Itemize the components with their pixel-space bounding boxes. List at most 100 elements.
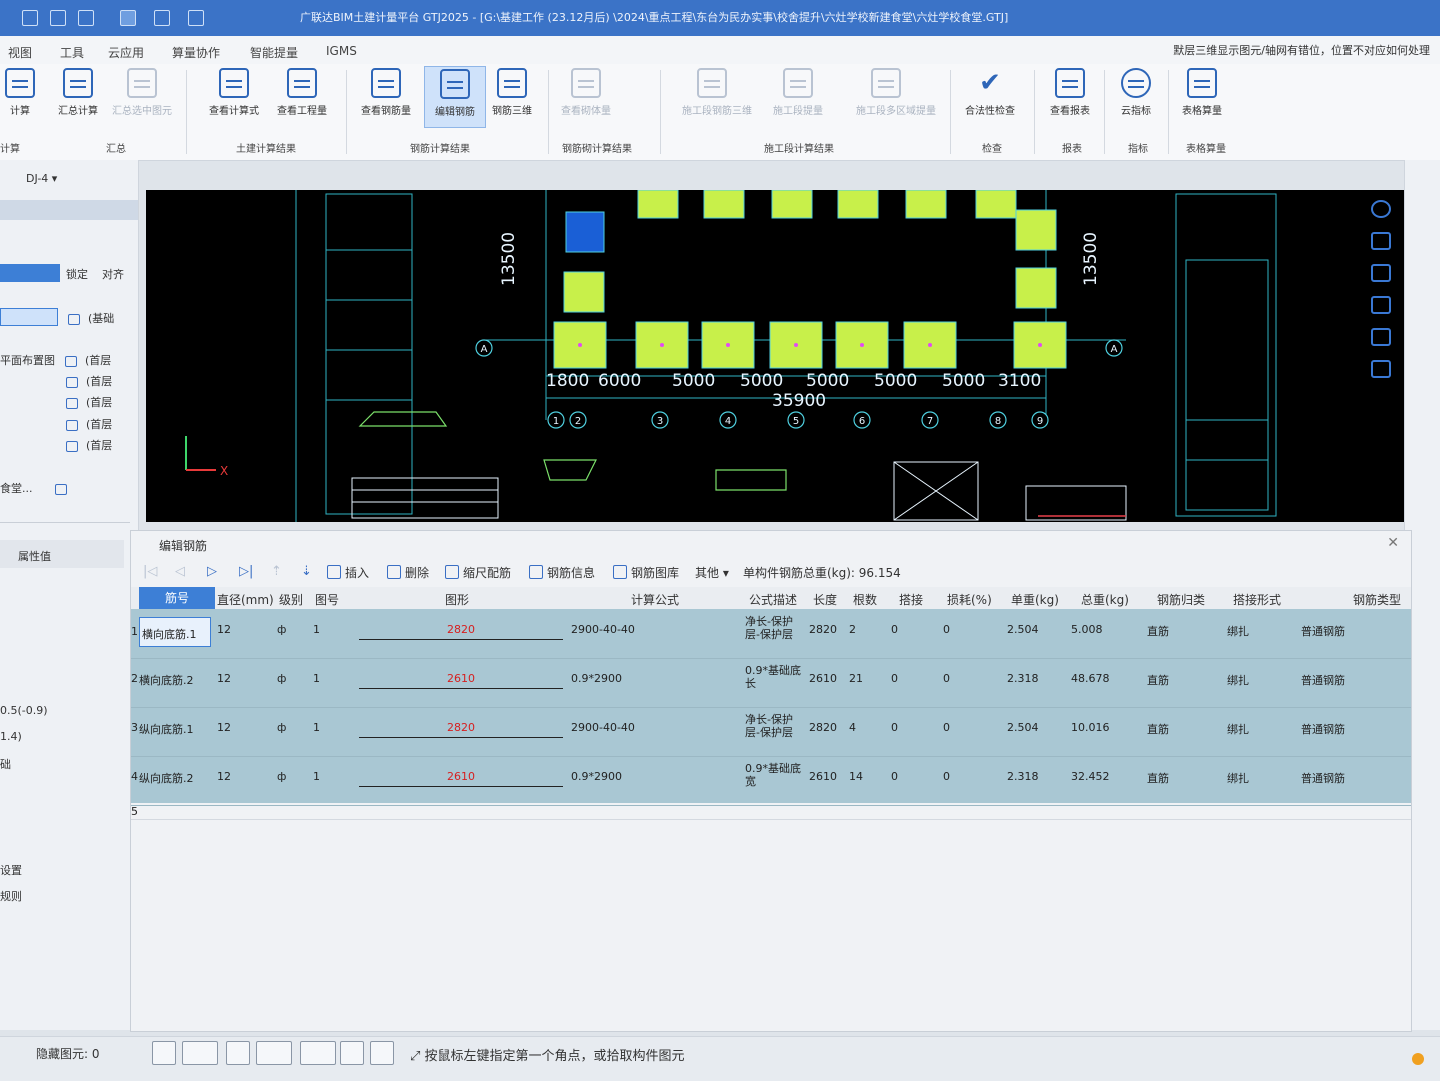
- rect-select-icon[interactable]: [182, 1041, 218, 1065]
- col-header[interactable]: 搭接: [899, 591, 923, 608]
- count-cell[interactable]: 14: [849, 770, 863, 783]
- segment-rebar-3d-button[interactable]: 施工段钢筋三维: [682, 66, 752, 126]
- property-value[interactable]: 1.4): [0, 730, 22, 743]
- bar-name-cell[interactable]: 纵向底筋.2: [139, 770, 194, 786]
- help-hint[interactable]: 默层三维显示图元/轴网有错位，位置不对应如何处理: [1173, 42, 1430, 58]
- menu-igms[interactable]: IGMS: [326, 44, 357, 58]
- figure-cell[interactable]: 1: [313, 672, 320, 685]
- shape-value[interactable]: 2610: [359, 770, 563, 783]
- table-row[interactable]: 1 横向底筋.1 12 ф 1 2820 2900-40-40 净长-保护层-保…: [131, 609, 1411, 659]
- lap-cell[interactable]: 0: [891, 623, 898, 636]
- grade-cell[interactable]: ф: [277, 672, 286, 685]
- length-cell[interactable]: 2820: [809, 721, 837, 734]
- segment-multi-button[interactable]: 施工段多区域提量: [856, 66, 936, 126]
- legality-check-button[interactable]: ✔ 合法性检查: [960, 66, 1020, 126]
- settings-item[interactable]: 设置: [0, 862, 22, 878]
- align-button[interactable]: 对齐: [102, 266, 124, 282]
- col-header[interactable]: 钢筋类型: [1353, 591, 1401, 608]
- rebar-info-button[interactable]: 钢筋信息: [529, 564, 595, 581]
- formula-cell[interactable]: 2900-40-40: [571, 623, 635, 636]
- cad-viewport[interactable]: 1800 6000 5000 5000 5000 5000 5000 3100 …: [146, 190, 1404, 522]
- view-quantity-button[interactable]: 查看工程量: [272, 66, 332, 126]
- rebar-type-cell[interactable]: 普通钢筋: [1301, 770, 1345, 786]
- view-masonry-button[interactable]: 查看砌体量: [556, 66, 616, 126]
- rebar-type-cell[interactable]: 普通钢筋: [1301, 623, 1345, 639]
- base-layer-row[interactable]: (基础: [68, 310, 114, 326]
- empty-row[interactable]: 5: [131, 803, 1411, 820]
- formula-cell[interactable]: 0.9*2900: [571, 770, 622, 783]
- cloud-index-button[interactable]: 云指标: [1106, 66, 1166, 126]
- col-header[interactable]: 总重(kg): [1081, 591, 1129, 608]
- view-report-button[interactable]: 查看报表: [1040, 66, 1100, 126]
- layer-row[interactable]: (首层: [66, 437, 112, 453]
- lap-type-cell[interactable]: 绑扎: [1227, 770, 1249, 786]
- cube-icon[interactable]: [1371, 296, 1391, 314]
- settings-icon[interactable]: [188, 10, 204, 26]
- rebar-type-cell[interactable]: 普通钢筋: [1301, 672, 1345, 688]
- length-cell[interactable]: 2820: [809, 623, 837, 636]
- count-cell[interactable]: 21: [849, 672, 863, 685]
- view-icon[interactable]: [120, 10, 136, 26]
- move-down-icon[interactable]: ⇣: [301, 564, 312, 579]
- shape-value[interactable]: 2610: [359, 672, 563, 685]
- arc-icon[interactable]: [370, 1041, 394, 1065]
- floor-selector[interactable]: DJ-4 ▾: [26, 172, 57, 185]
- snap-icon[interactable]: [300, 1041, 336, 1065]
- category-cell[interactable]: 直筋: [1147, 721, 1169, 737]
- edit-rebar-button[interactable]: 编辑钢筋: [424, 66, 486, 128]
- count-cell[interactable]: 4: [849, 721, 856, 734]
- col-header[interactable]: 单重(kg): [1011, 591, 1059, 608]
- notification-icon[interactable]: [1412, 1053, 1424, 1065]
- category-cell[interactable]: 直筋: [1147, 672, 1169, 688]
- first-icon[interactable]: |◁: [143, 564, 157, 579]
- table-row[interactable]: 2 横向底筋.2 12 ф 1 2610 0.9*2900 0.9*基础底长 2…: [131, 658, 1411, 708]
- desc-cell[interactable]: 净长-保护层-保护层: [745, 615, 805, 641]
- table-calc-button[interactable]: 表格算量: [1172, 66, 1232, 126]
- total-weight-cell[interactable]: 10.016: [1071, 721, 1110, 734]
- desc-cell[interactable]: 0.9*基础底宽: [745, 762, 805, 788]
- menu-collab[interactable]: 算量协作: [172, 44, 220, 61]
- table-row[interactable]: 4 纵向底筋.2 12 ф 1 2610 0.9*2900 0.9*基础底宽 2…: [131, 756, 1411, 806]
- grade-cell[interactable]: ф: [277, 770, 286, 783]
- redo-icon[interactable]: [78, 10, 94, 26]
- property-value[interactable]: 础: [0, 756, 11, 772]
- summary-calc-button[interactable]: 汇总计算: [48, 66, 108, 126]
- table-row[interactable]: 3 纵向底筋.1 12 ф 1 2820 2900-40-40 净长-保护层-保…: [131, 707, 1411, 757]
- grade-cell[interactable]: ф: [277, 623, 286, 636]
- grid-icon[interactable]: [154, 10, 170, 26]
- length-cell[interactable]: 2610: [809, 672, 837, 685]
- prev-icon[interactable]: ◁: [175, 564, 185, 579]
- total-weight-cell[interactable]: 32.452: [1071, 770, 1110, 783]
- col-header[interactable]: 损耗(%): [947, 591, 992, 608]
- last-icon[interactable]: ▷|: [239, 564, 253, 579]
- other-menu[interactable]: 其他 ▾: [695, 564, 729, 581]
- desc-cell[interactable]: 0.9*基础底长: [745, 664, 805, 690]
- count-cell[interactable]: 2: [849, 623, 856, 636]
- diameter-cell[interactable]: 12: [217, 623, 231, 636]
- menu-cloud[interactable]: 云应用: [108, 44, 144, 61]
- bar-name-cell[interactable]: 横向底筋.1: [139, 617, 211, 647]
- ribbon-calc-button[interactable]: 计算: [0, 66, 50, 126]
- layer-row[interactable]: (首层: [66, 373, 112, 389]
- diameter-cell[interactable]: 12: [217, 770, 231, 783]
- desc-cell[interactable]: 净长-保护层-保护层: [745, 713, 805, 739]
- bar-name-cell[interactable]: 横向底筋.2: [139, 672, 194, 688]
- figure-cell[interactable]: 1: [313, 623, 320, 636]
- rules-item[interactable]: 规则: [0, 888, 22, 904]
- col-header[interactable]: 钢筋归类: [1157, 591, 1205, 608]
- total-weight-cell[interactable]: 48.678: [1071, 672, 1110, 685]
- rebar-3d-button[interactable]: 钢筋三维: [482, 66, 542, 126]
- lap-cell[interactable]: 0: [891, 770, 898, 783]
- rebar-library-button[interactable]: 钢筋图库: [613, 564, 679, 581]
- save-icon[interactable]: [22, 10, 38, 26]
- display-mode-icon[interactable]: [340, 1041, 364, 1065]
- col-header[interactable]: 级别: [279, 591, 303, 608]
- figure-cell[interactable]: 1: [313, 721, 320, 734]
- current-layer[interactable]: [0, 308, 58, 326]
- col-header[interactable]: 长度: [813, 591, 837, 608]
- category-cell[interactable]: 直筋: [1147, 770, 1169, 786]
- loss-cell[interactable]: 0: [943, 770, 950, 783]
- summary-selected-button[interactable]: 汇总选中图元: [112, 66, 172, 126]
- total-weight-cell[interactable]: 5.008: [1071, 623, 1103, 636]
- view-formula-button[interactable]: 查看计算式: [204, 66, 264, 126]
